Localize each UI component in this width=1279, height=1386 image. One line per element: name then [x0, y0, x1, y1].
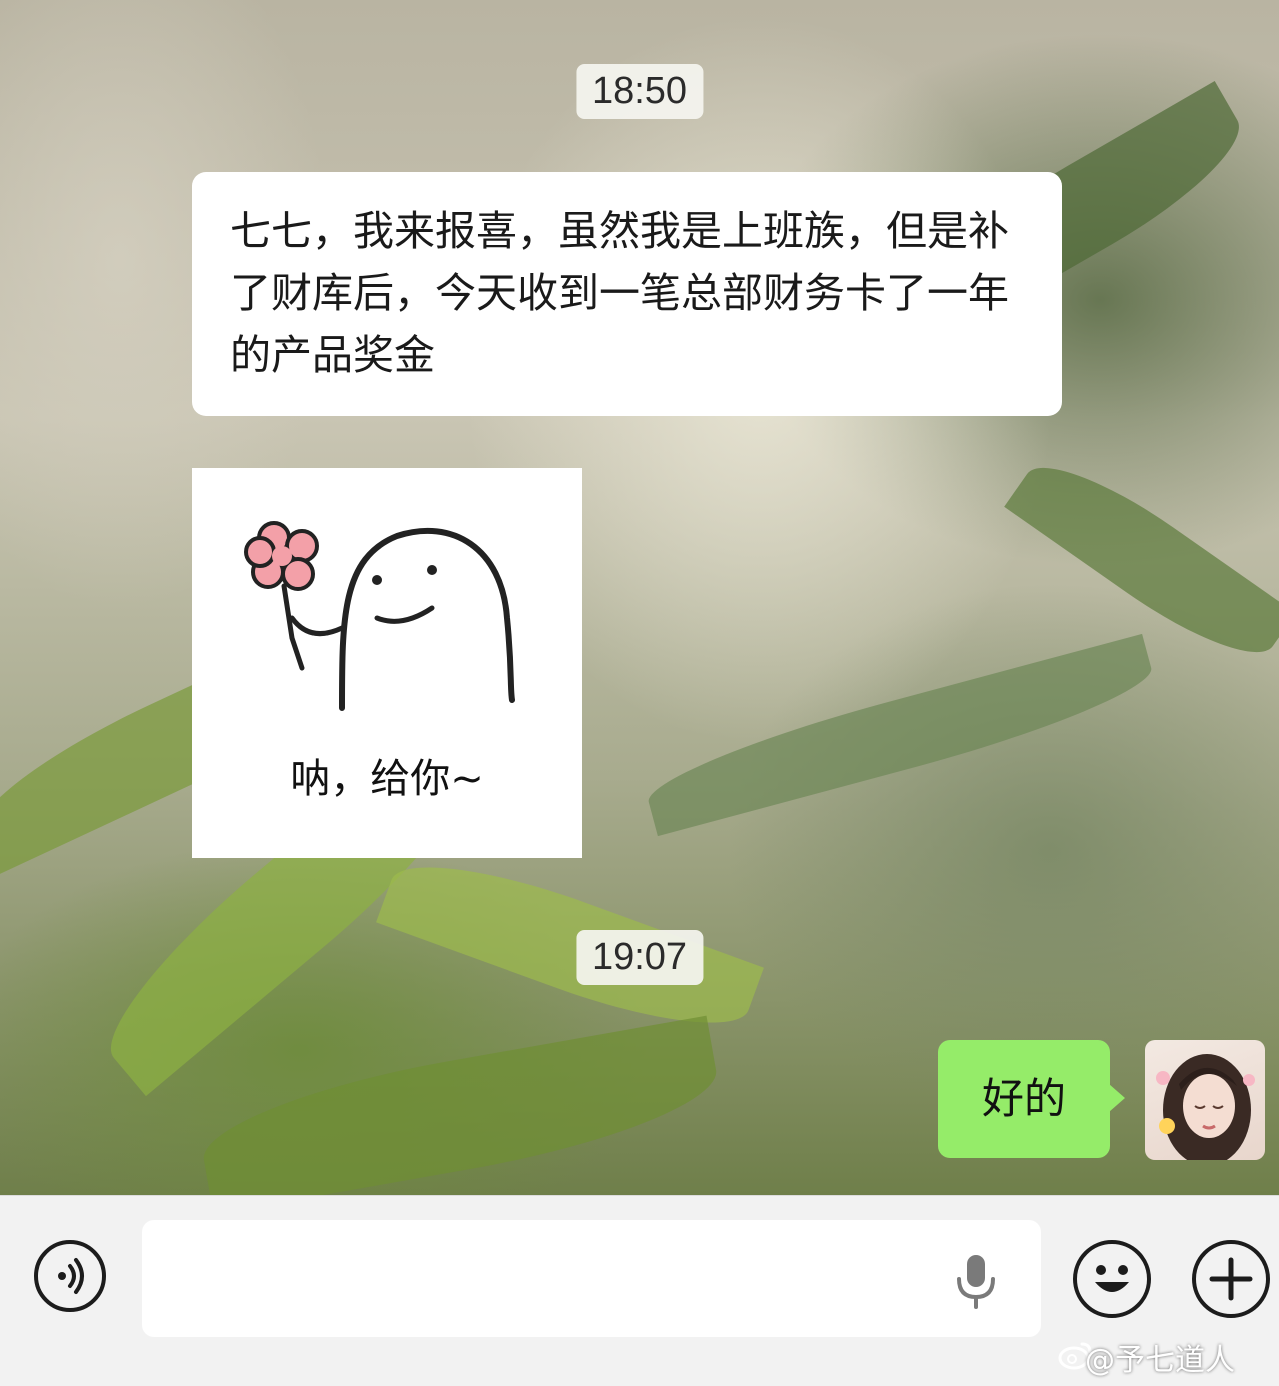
background-leaf [194, 1015, 726, 1195]
sticker-caption: 呐，给你~ [290, 756, 484, 802]
plus-icon[interactable] [1192, 1240, 1270, 1318]
message-timestamp: 18:50 [575, 64, 704, 119]
watermark-text: @予七道人 [1085, 1343, 1235, 1378]
user-avatar[interactable] [1145, 1040, 1265, 1160]
microphone-icon[interactable] [955, 1253, 997, 1309]
voice-icon[interactable] [34, 1240, 106, 1312]
outgoing-message-bubble[interactable]: 好的 [938, 1040, 1125, 1158]
message-text-input[interactable] [142, 1220, 1041, 1337]
emoji-icon[interactable] [1073, 1240, 1151, 1318]
background-leaf [639, 633, 1161, 837]
incoming-message-bubble[interactable]: 七七，我来报喜，虽然我是上班族，但是补了财库后，今天收到一笔总部财务卡了一年的产… [192, 172, 1062, 416]
sticker-message[interactable]: 呐，给你~ [192, 468, 582, 858]
message-timestamp: 19:07 [575, 930, 704, 985]
avatar-portrait [1156, 1054, 1255, 1160]
